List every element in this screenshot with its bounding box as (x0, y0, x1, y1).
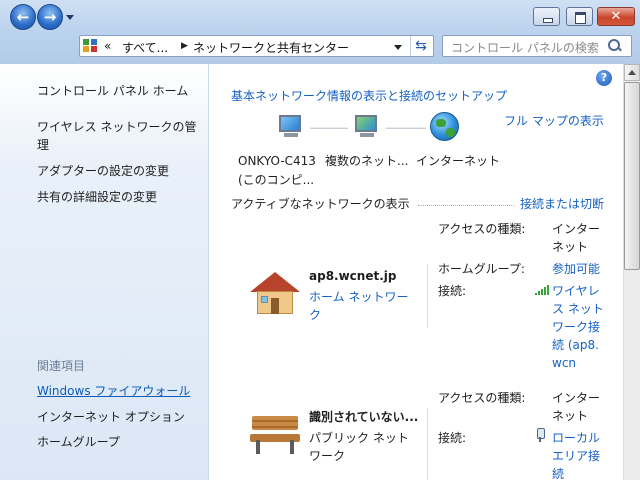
internet-link-line (386, 127, 426, 129)
connection-value-link-1[interactable]: ワイヤレス ネットワーク接続 (ap8.wcn (552, 282, 606, 372)
address-bar[interactable]: « すべて... ▶ ネットワークと共有センター (79, 35, 434, 57)
back-arrow-icon: ← (16, 8, 30, 26)
network-name-1: ap8.wcnet.jp (309, 269, 397, 283)
public-network-icon (250, 414, 300, 456)
adapter-settings-link[interactable]: アダプターの設定の変更 (37, 162, 202, 180)
internet-options-link[interactable]: インターネット オプション (37, 408, 185, 426)
access-type-label-1: アクセスの種類: (438, 222, 526, 236)
windows-firewall-link[interactable]: Windows ファイアウォール (37, 382, 190, 400)
breadcrumb-network-center[interactable]: ネットワークと共有センター (193, 39, 349, 56)
address-divider (410, 36, 411, 56)
scroll-thumb[interactable] (624, 82, 640, 270)
scroll-up-button[interactable] (624, 64, 640, 81)
full-map-link[interactable]: フル マップの表示 (504, 112, 604, 130)
computer-subtitle: (このコンピ... (238, 173, 315, 187)
wireless-signal-icon (535, 285, 549, 295)
maximize-button[interactable] (566, 7, 593, 26)
connection-label-2: 接続: (438, 431, 467, 445)
related-heading: 関連項目 (37, 359, 86, 373)
ethernet-plug-icon (536, 428, 545, 442)
section-divider (418, 205, 514, 206)
address-dropdown-icon[interactable] (394, 45, 402, 50)
homegroup-value-link[interactable]: 参加可能 (552, 260, 600, 278)
breadcrumb-all[interactable]: すべて... (122, 39, 168, 56)
refresh-icon[interactable]: ⇆ (412, 37, 430, 55)
access-type-value-1: インターネット (552, 222, 601, 254)
breadcrumb-separator-icon[interactable]: ▶ (181, 39, 188, 53)
control-panel-home-link[interactable]: コントロール パネル ホーム (37, 82, 202, 100)
access-type-value-2: インターネット (552, 391, 601, 423)
internet-globe-icon (430, 112, 459, 141)
network-name-2: 識別されていない... (309, 410, 419, 424)
computer-name: ONKYO-C413 (238, 154, 316, 168)
connect-disconnect-link[interactable]: 接続または切断 (520, 195, 604, 213)
network-type-2: パブリック ネットワーク (309, 431, 409, 463)
multiple-networks-icon (353, 115, 381, 137)
multiple-networks-label: 複数のネット... (325, 154, 409, 168)
minimize-button[interactable] (533, 7, 560, 26)
search-input[interactable]: コントロール パネルの検索 (442, 35, 632, 57)
search-placeholder: コントロール パネルの検索 (451, 41, 599, 55)
page-title: 基本ネットワーク情報の表示と接続のセットアップ (231, 89, 508, 103)
advanced-sharing-link[interactable]: 共有の詳細設定の変更 (37, 188, 202, 206)
connection-value-link-2[interactable]: ローカル エリア接続 (552, 429, 606, 480)
back-button[interactable]: ← (10, 4, 36, 30)
close-icon: ✕ (610, 9, 622, 24)
close-button[interactable]: ✕ (597, 7, 635, 26)
address-chevron[interactable]: « (104, 39, 111, 53)
access-type-label-2: アクセスの種類: (438, 391, 526, 405)
computer-icon (277, 115, 305, 137)
homegroup-label: ホームグループ: (438, 262, 525, 276)
help-icon[interactable]: ? (596, 70, 612, 86)
recent-pages-dropdown[interactable] (66, 15, 74, 20)
internet-label: インターネット (416, 154, 501, 168)
network-divider-1 (427, 264, 428, 328)
connection-label-1: 接続: (438, 284, 467, 298)
control-panel-icon (83, 39, 99, 53)
network-link-line (310, 127, 348, 129)
active-networks-heading: アクティブなネットワークの表示 (231, 197, 410, 211)
search-icon[interactable] (608, 39, 622, 53)
forward-button[interactable]: → (37, 4, 63, 30)
network-type-link-1[interactable]: ホーム ネットワーク (309, 288, 417, 324)
home-network-icon (250, 272, 300, 316)
forward-arrow-icon: → (43, 8, 57, 26)
homegroup-link[interactable]: ホームグループ (37, 433, 120, 451)
network-divider-2 (427, 408, 428, 480)
manage-wireless-link[interactable]: ワイヤレス ネットワークの管理 (37, 118, 202, 154)
